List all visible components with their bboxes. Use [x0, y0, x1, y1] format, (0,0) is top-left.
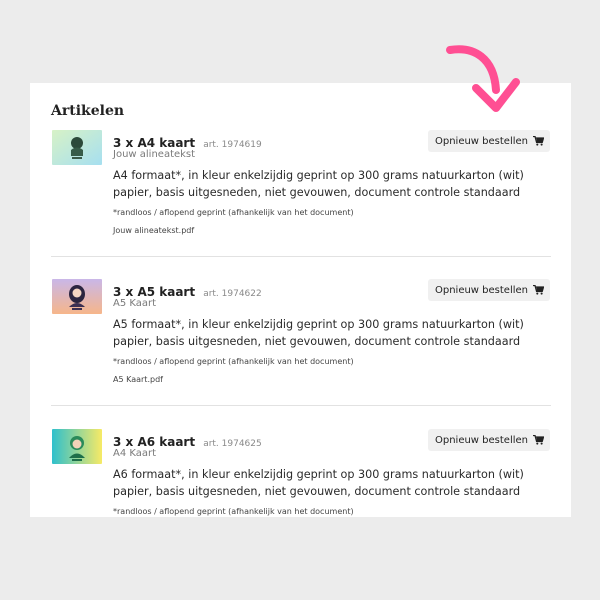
product-thumbnail [52, 429, 102, 464]
reorder-button[interactable]: Opnieuw bestellen [427, 429, 550, 451]
reorder-button-label: Opnieuw bestellen [434, 135, 528, 147]
item-subtitle: A4 Kaart [113, 448, 157, 459]
item-title: 3 x A4 kaart [113, 136, 196, 150]
item-subtitle: A5 Kaart [113, 298, 157, 309]
item-file-name: Jouw alineatekst.pdf [113, 226, 195, 235]
reorder-button[interactable]: Opnieuw bestellen [427, 279, 550, 301]
article-number: art. 1974625 [203, 439, 262, 449]
reorder-button-label: Opnieuw bestellen [434, 284, 528, 296]
curved-arrow-icon [444, 42, 524, 126]
reorder-button-label: Opnieuw bestellen [434, 434, 528, 446]
order-item: 3 x A6 kaart art. 1974625 A4 Kaart A6 fo… [30, 429, 571, 517]
item-description: A4 formaat*, in kleur enkelzijdig geprin… [113, 169, 524, 199]
item-subtitle: Jouw alineatekst [113, 149, 196, 160]
product-thumbnail [52, 130, 102, 165]
product-thumbnail [52, 279, 102, 314]
order-item: 3 x A5 kaart art. 1974622 A5 Kaart A5 fo… [30, 279, 571, 429]
section-title: Artikelen [51, 103, 125, 119]
item-note: *randloos / aflopend geprint (afhankelij… [113, 357, 354, 366]
item-description: A5 formaat*, in kleur enkelzijdig geprin… [113, 318, 524, 348]
order-item: 3 x A4 kaart art. 1974619 Jouw alineatek… [30, 130, 571, 280]
shopping-cart-icon [533, 435, 544, 445]
item-title: 3 x A6 kaart [113, 435, 196, 449]
article-number: art. 1974619 [203, 140, 262, 150]
item-note: *randloos / aflopend geprint (afhankelij… [113, 208, 354, 217]
order-items-card: Artikelen 3 x A4 kaart art. 1974619 Jouw… [30, 83, 571, 517]
item-description: A6 formaat*, in kleur enkelzijdig geprin… [113, 468, 524, 498]
item-file-name: A5 Kaart.pdf [113, 375, 163, 384]
item-note: *randloos / aflopend geprint (afhankelij… [113, 507, 354, 516]
shopping-cart-icon [533, 136, 544, 146]
shopping-cart-icon [533, 285, 544, 295]
item-title: 3 x A5 kaart [113, 285, 196, 299]
item-divider [51, 405, 551, 406]
item-divider [51, 256, 551, 257]
reorder-button[interactable]: Opnieuw bestellen [427, 130, 550, 152]
article-number: art. 1974622 [203, 289, 262, 299]
